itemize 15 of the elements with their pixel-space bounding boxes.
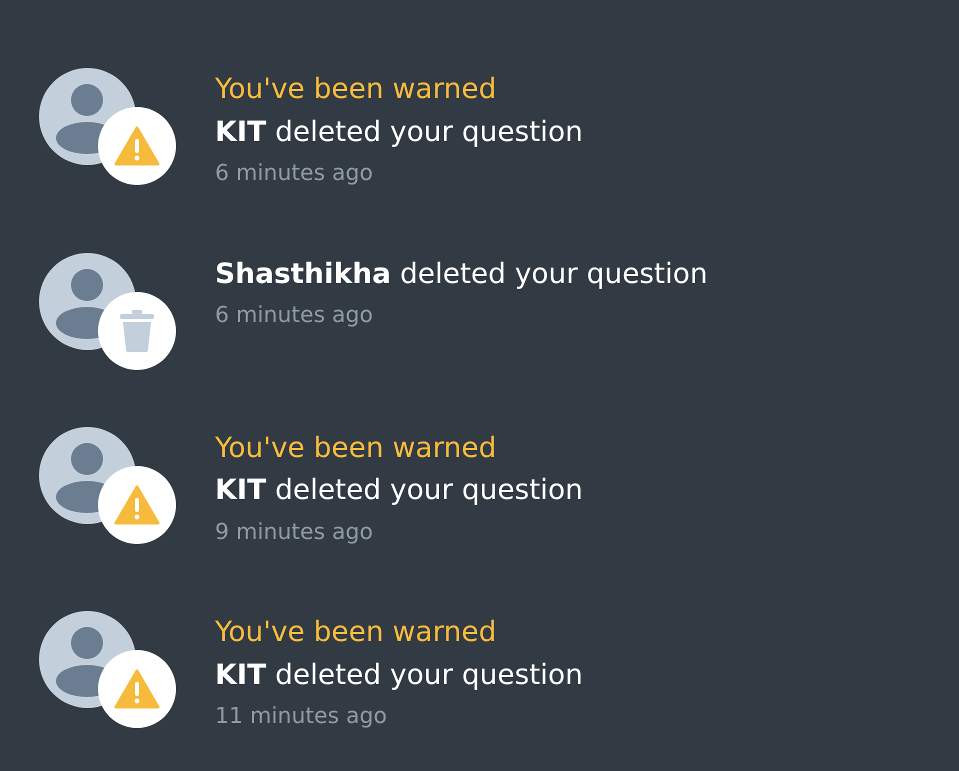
warning-text: You've been warned — [215, 71, 498, 107]
timestamp: 6 minutes ago — [215, 302, 374, 330]
timestamp: 9 minutes ago — [215, 518, 374, 546]
timestamp: 6 minutes ago — [215, 160, 374, 188]
trash-icon — [120, 310, 154, 352]
notification-text: Shasthikha deleted your question — [215, 256, 708, 292]
warning-icon — [114, 669, 160, 709]
warning-text: You've been warned — [215, 614, 498, 650]
notification-text: KIT deleted your question — [215, 114, 583, 150]
notification-text: KIT deleted your question — [215, 472, 583, 508]
warning-text: You've been warned — [215, 430, 498, 466]
timestamp: 11 minutes ago — [215, 703, 388, 731]
notification-text: KIT deleted your question — [215, 656, 583, 692]
warning-icon — [114, 484, 160, 524]
warning-icon — [114, 126, 160, 166]
